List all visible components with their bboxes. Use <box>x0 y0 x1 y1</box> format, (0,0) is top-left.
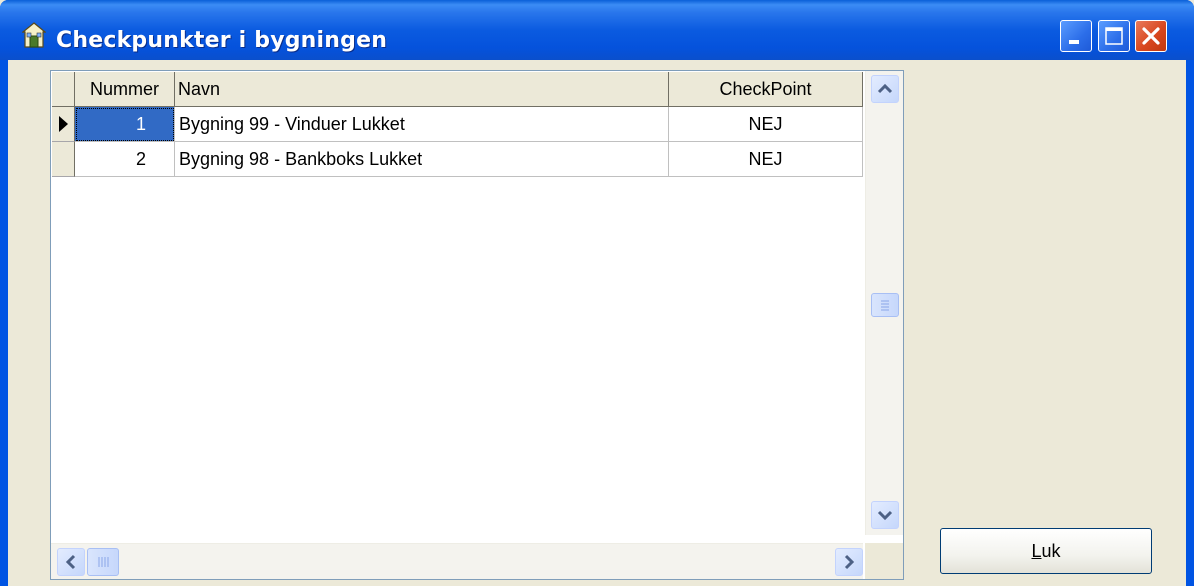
chevron-down-icon <box>877 510 893 521</box>
vertical-scroll-thumb[interactable] <box>871 293 899 317</box>
window-title: Checkpunkter i bygningen <box>56 28 388 53</box>
grid-corner-header <box>52 72 75 107</box>
current-row-arrow-icon <box>59 116 68 132</box>
grid-body: Nummer Navn CheckPoint 1 Bygning 99 - Vi… <box>52 72 863 526</box>
column-header-checkpoint[interactable]: CheckPoint <box>669 72 863 107</box>
app-window: Checkpunkter i bygningen Nummer Navn Che… <box>0 0 1194 586</box>
scroll-down-button[interactable] <box>871 501 899 529</box>
cell-checkpoint[interactable]: NEJ <box>669 107 863 142</box>
title-bar[interactable]: Checkpunkter i bygningen <box>0 0 1194 60</box>
scrollbar-corner <box>865 543 903 579</box>
column-header-nummer[interactable]: Nummer <box>75 72 175 107</box>
close-icon <box>1142 27 1160 45</box>
column-header-navn[interactable]: Navn <box>175 72 669 107</box>
row-indicator[interactable] <box>52 142 75 177</box>
checkpoint-grid[interactable]: Nummer Navn CheckPoint 1 Bygning 99 - Vi… <box>50 70 904 580</box>
scroll-up-button[interactable] <box>871 75 899 103</box>
grip-icon <box>881 300 889 311</box>
horizontal-scrollbar[interactable] <box>51 543 863 579</box>
minimize-button[interactable] <box>1060 20 1092 52</box>
scroll-right-button[interactable] <box>835 548 863 576</box>
row-indicator[interactable] <box>52 107 75 142</box>
cell-nummer[interactable]: 2 <box>75 142 175 177</box>
minimize-icon <box>1069 40 1079 44</box>
cell-navn[interactable]: Bygning 98 - Bankboks Lukket <box>175 142 669 177</box>
horizontal-scroll-thumb[interactable] <box>87 548 119 576</box>
close-button[interactable]: Luk <box>940 528 1152 574</box>
close-button-label: uk <box>1041 541 1061 561</box>
client-area: Nummer Navn CheckPoint 1 Bygning 99 - Vi… <box>8 60 1186 586</box>
building-app-icon <box>22 22 46 48</box>
chevron-right-icon <box>844 554 855 570</box>
cell-navn[interactable]: Bygning 99 - Vinduer Lukket <box>175 107 669 142</box>
cell-checkpoint[interactable]: NEJ <box>669 142 863 177</box>
vertical-scrollbar[interactable] <box>865 71 903 535</box>
chevron-left-icon <box>65 554 76 570</box>
chevron-up-icon <box>877 83 893 94</box>
maximize-icon <box>1105 27 1123 45</box>
maximize-button[interactable] <box>1098 20 1130 52</box>
mnemonic-letter: L <box>1031 541 1042 561</box>
scroll-left-button[interactable] <box>57 548 85 576</box>
close-window-button[interactable] <box>1135 20 1167 52</box>
grip-icon <box>98 557 109 567</box>
cell-nummer[interactable]: 1 <box>75 107 175 142</box>
